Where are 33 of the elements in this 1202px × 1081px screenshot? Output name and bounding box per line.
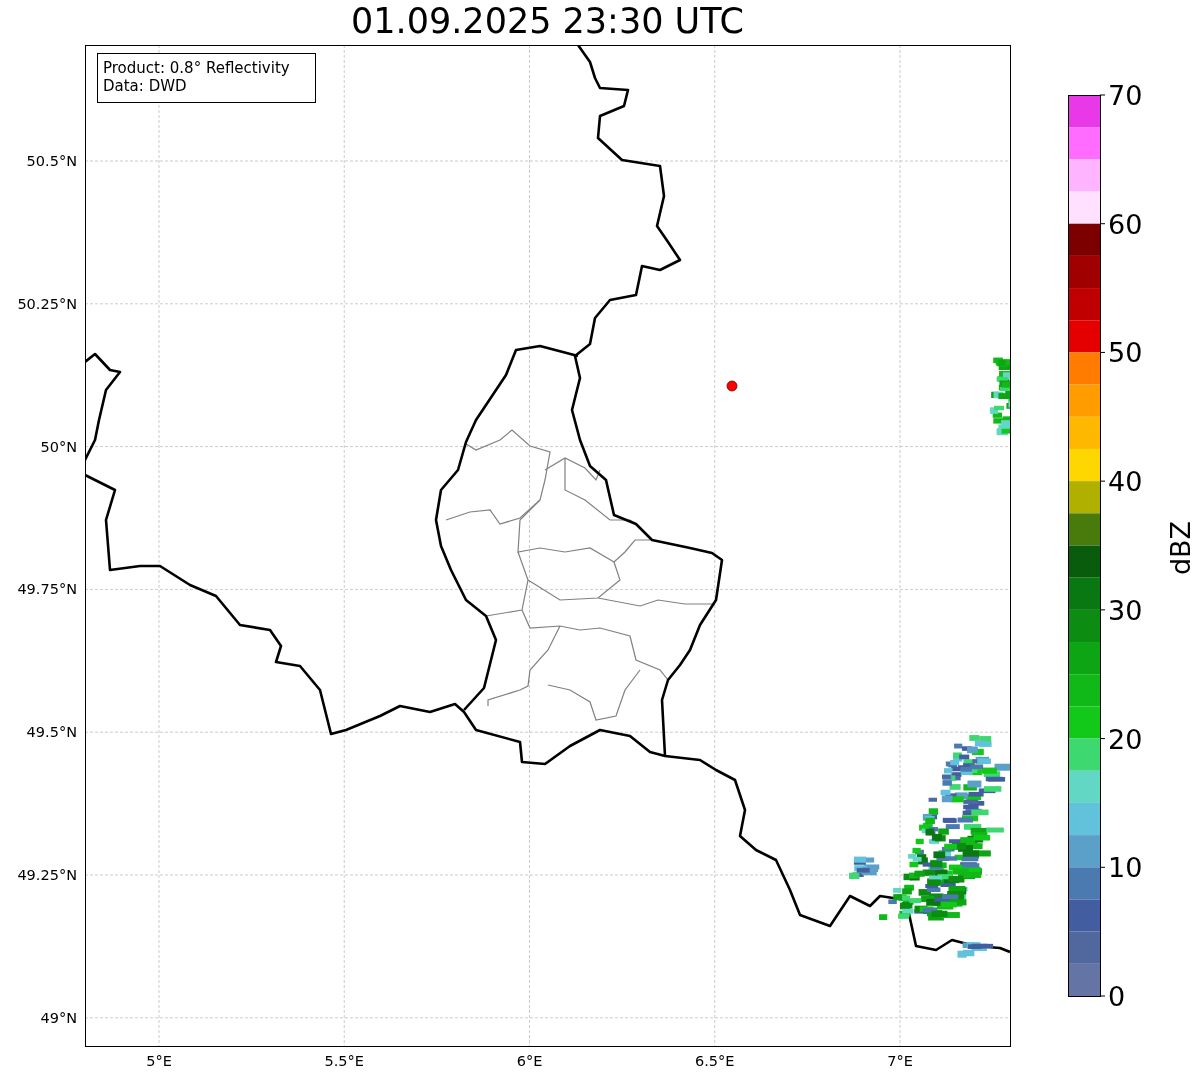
tick-mark	[1099, 609, 1106, 611]
tick-label: 5.5°E	[324, 1053, 364, 1069]
tick-mark	[1099, 738, 1106, 740]
location-marker	[726, 380, 738, 392]
chart-title: 01.09.2025 23:30 UTC	[351, 0, 744, 43]
tick-mark	[1099, 94, 1106, 96]
info-text-box: Product: 0.8° Reflectivity Data: DWD	[97, 53, 316, 103]
tick-label: 50	[1108, 337, 1143, 369]
tick-label: 60	[1108, 208, 1143, 240]
tick-mark	[1099, 866, 1106, 868]
tick-mark	[1099, 995, 1106, 997]
tick-label: 49°N	[40, 1009, 77, 1026]
tick-mark	[1099, 480, 1106, 482]
tick-label: 50.5°N	[26, 153, 77, 169]
tick-label: 50°N	[40, 438, 77, 455]
tick-label: 49.75°N	[17, 581, 77, 598]
tick-label: 0	[1108, 981, 1126, 1012]
tick-label: 40	[1108, 466, 1143, 498]
tick-label: 10	[1108, 852, 1143, 884]
tick-label: 70	[1108, 80, 1143, 111]
tick-label: 30	[1108, 594, 1143, 626]
tick-mark	[1099, 223, 1106, 225]
tick-label: 6.5°E	[695, 1053, 735, 1069]
tick-label: 7°E	[887, 1053, 913, 1069]
radar-echo-drawing	[957, 942, 994, 958]
tick-label: 50.25°N	[17, 295, 77, 312]
tick-label: 6°E	[516, 1053, 543, 1069]
axis-label: dBZ	[1165, 520, 1196, 576]
tick-label: 5°E	[146, 1053, 172, 1069]
tick-label: 49.25°N	[17, 867, 77, 883]
tick-label: 49.5°N	[26, 724, 77, 741]
tick-label: 20	[1108, 723, 1143, 755]
tick-mark	[1099, 351, 1106, 353]
